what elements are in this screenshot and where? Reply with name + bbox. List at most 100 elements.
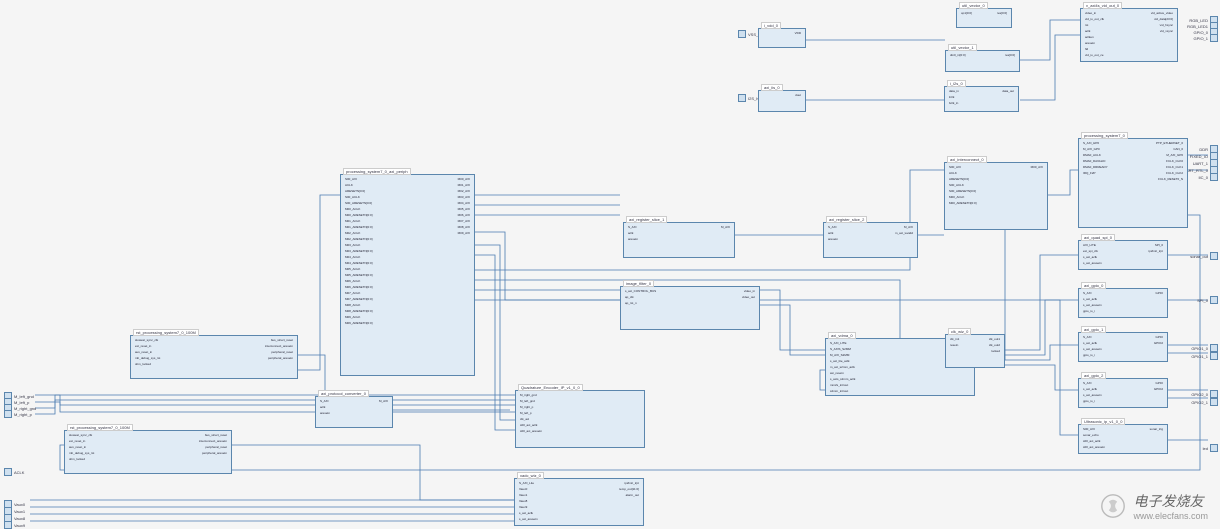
block-title: xadc_wiz_0	[517, 472, 544, 479]
ports-left: S00_AXIsonar_echos00_axi_aclks00_axi_are…	[1081, 425, 1107, 452]
extport-label: ACLK	[14, 470, 24, 475]
block-ultra[interactable]: Ultrasonic_ip_v1_0_0S00_AXIsonar_echos00…	[1078, 424, 1168, 454]
ports-left: slowest_sync_clkext_reset_inaux_reset_in…	[67, 431, 96, 464]
extport-GPIO2_0[interactable]: GPIO2_0	[1191, 390, 1218, 398]
extport-ACLK[interactable]: ACLK	[4, 468, 24, 476]
block-axi_pc[interactable]: axi_protocol_converter_0S_AXIaclkaresetn…	[315, 396, 393, 428]
ports-left	[761, 29, 765, 35]
extport-label: FIXED_IO	[1190, 154, 1208, 159]
extport-M_right_p[interactable]: M_right_p	[4, 410, 32, 418]
extport-label: Vaux9	[14, 523, 25, 528]
ports-right: GPIOGPIO2	[1152, 333, 1165, 348]
extport-label: IIC_0	[1198, 175, 1208, 180]
block-title: axi_interconnect_0	[947, 156, 987, 163]
block-ps_axi[interactable]: processing_system7_0_axi_periphS00_AXIAC…	[340, 174, 475, 376]
block-i2s_out[interactable]: i_i2s_0data_inlrclkbclk_indata_out	[944, 86, 1019, 112]
block-i_vdd[interactable]: i_vdd_0VDD	[758, 28, 806, 48]
ports-right: GPIOGPIO2	[1152, 379, 1165, 394]
ports-right: ip2intc_irpttemp_out[11:0]alarm_out	[617, 479, 641, 500]
ports-right: M_AXI	[719, 223, 732, 232]
block-title: v_axi4s_vid_out_0	[1083, 2, 1122, 9]
ports-left: S_AXIs_axi_aclks_axi_aresetngpio_io_i	[1081, 333, 1104, 360]
ports-right: bus_struct_resetinterconnect_aresetnperi…	[263, 336, 295, 363]
block-title: rst_processing_system7_0_100M	[67, 424, 133, 431]
block-util_vec[interactable]: util_vector_1din0_in[0:0]res[0:0]	[945, 50, 1020, 72]
ports-right: SPI_0ip2intc_irpt	[1146, 241, 1165, 256]
extport-GPIO_1[interactable]: GPIO_1	[1194, 34, 1218, 42]
extport-label: DDR	[1199, 147, 1208, 152]
ports-left: S_AXI_LiteVaux0Vaux1Vaux8Vaux9s_axi_aclk…	[517, 479, 540, 524]
block-qenc[interactable]: Quadrature_Encoder_IP_v1_0_0M_right_gndM…	[515, 390, 645, 448]
watermark-text: 电子发烧友	[1133, 493, 1203, 509]
ports-left: din0_in[0:0]	[948, 51, 968, 60]
extport-label: sonar_out	[1190, 254, 1208, 259]
block-title: image_filter_0	[623, 280, 654, 287]
ports-right: dout	[793, 91, 803, 100]
ports-left: slowest_sync_clkext_reset_inaux_reset_in…	[133, 336, 162, 369]
block-gpio2[interactable]: axi_gpio_2S_AXIs_axi_aclks_axi_aresetngp…	[1078, 378, 1168, 408]
block-axi_spi[interactable]: axi_quad_spi_0AXI_LITEext_spi_clks_axi_a…	[1078, 240, 1168, 270]
block-title: axi_quad_spi_0	[1081, 234, 1115, 241]
block-ps7[interactable]: processing_system7_0S_AXI_HP0M_AXI_GP0DM…	[1078, 138, 1188, 228]
ports-right: M00_AXI	[1029, 163, 1045, 172]
ports-right	[638, 391, 642, 397]
block-title: processing_system7_0_axi_periph	[343, 168, 411, 175]
extport-sonar_out[interactable]: sonar_out	[1190, 252, 1218, 260]
block-title: i_vdd_0	[761, 22, 781, 29]
block-xadc[interactable]: xadc_wiz_0S_AXI_LiteVaux0Vaux1Vaux8Vaux9…	[514, 478, 644, 526]
block-gpio1[interactable]: axi_gpio_1S_AXIs_axi_aclks_axi_aresetngp…	[1078, 332, 1168, 362]
extport-label: SPI_0	[1197, 298, 1208, 303]
ports-left: S_AXIaclkaresetn	[626, 223, 640, 244]
block-i_in[interactable]: axi_iis_0dout	[758, 90, 806, 112]
extport-SPI_0[interactable]: SPI_0	[1197, 296, 1218, 304]
block-rst1[interactable]: rst_processing_system7_0_100Mslowest_syn…	[64, 430, 232, 474]
extport-Vaux9[interactable]: Vaux9	[4, 521, 25, 529]
block-axi_reg2[interactable]: axi_register_slice_2S_AXIaclkaresetnM_AX…	[823, 222, 918, 258]
block-v_axi4s_vid_out[interactable]: v_axi4s_vid_out_0video_invid_io_out_clkr…	[1080, 8, 1178, 62]
extport-label: GPIO1_0	[1191, 346, 1208, 351]
extport-label: GPIO1_1	[1191, 354, 1208, 359]
block-title: Quadrature_Encoder_IP_v1_0_0	[518, 384, 583, 391]
extport-GPIO1_0[interactable]: GPIO1_0	[1191, 344, 1218, 352]
ports-left: op1[0:0]	[959, 9, 974, 18]
ports-left: S_AXI_HP0M_AXI_GP0DMA0_ACLKDMA0_DAVALIDD…	[1081, 139, 1110, 178]
block-image_filter[interactable]: image_filter_0s_axi_CONTROL_BUSap_clkap_…	[620, 286, 760, 330]
block-title: rst_processing_system7_0_100M	[133, 329, 199, 336]
block-title: axi_vdma_0	[828, 332, 856, 339]
watermark-url: www.elecfans.com	[1133, 511, 1208, 521]
ports-right: res[0:0]	[995, 9, 1009, 18]
block-title: Ultrasonic_ip_v1_0_0	[1081, 418, 1125, 425]
extport-GPIO1_1[interactable]: GPIO1_1	[1191, 352, 1218, 360]
block-title: processing_system7_0	[1081, 132, 1128, 139]
extport-label: GPIO2_0	[1191, 392, 1208, 397]
ports-right: PTP_ETHERNET_0CAN_0M_AXI_GP0FCLK_CLK0FCL…	[1154, 139, 1185, 184]
extport-IIC_0[interactable]: IIC_0	[1198, 173, 1218, 181]
ports-left: clk_in1resetn	[948, 335, 961, 350]
extport-GPIO2_1[interactable]: GPIO2_1	[1191, 398, 1218, 406]
extport-label: Vaux1	[14, 509, 25, 514]
block-clkwiz[interactable]: clk_wiz_0clk_in1resetnclk_out1clk_out2lo…	[945, 334, 1005, 368]
ports-right: video_invideo_out	[740, 287, 757, 302]
ports-left: S_AXIaclkaresetn	[826, 223, 840, 244]
block-title: axi_gpio_0	[1081, 282, 1106, 289]
block-axi_reg1[interactable]: axi_register_slice_1S_AXIaclkaresetnM_AX…	[623, 222, 735, 258]
block-util_vec2[interactable]: util_vector_0op1[0:0]res[0:0]	[956, 8, 1012, 28]
extport-led[interactable]: led	[1203, 444, 1218, 452]
ports-right: vid_active_videovid_data[23:0]vid_hsyncv…	[1149, 9, 1175, 36]
block-title: clk_wiz_0	[948, 328, 971, 335]
ports-left: S00_AXIACLKARESETN[0:0]S00_ACLKS00_ARESE…	[343, 175, 375, 328]
block-rst0[interactable]: rst_processing_system7_0_100Mslowest_syn…	[130, 335, 298, 379]
block-title: axi_protocol_converter_0	[318, 390, 369, 397]
ports-right: M_AXIm_axi_wvalid	[893, 223, 915, 238]
extport-label: M_right_p	[14, 412, 32, 417]
block-gpio0[interactable]: axi_gpio_0S_AXIs_axi_aclks_axi_aresetngp…	[1078, 288, 1168, 318]
block-title: util_vector_0	[959, 2, 988, 9]
ports-right: sonar_trig	[1148, 425, 1165, 434]
ports-left: M_right_gndM_left_gndM_right_pM_left_pcl…	[518, 391, 544, 436]
ports-right: clk_out1clk_out2locked	[987, 335, 1002, 356]
ports-left: S_AXIs_axi_aclks_axi_aresetngpio_io_i	[1081, 289, 1104, 316]
extport-label: GPIO_1	[1194, 36, 1208, 41]
ports-right: data_out	[1000, 87, 1016, 96]
ports-right: M_AXI	[377, 397, 390, 406]
block-axi_ic[interactable]: axi_interconnect_0S00_AXIACLKARESETN[0:0…	[944, 162, 1048, 230]
